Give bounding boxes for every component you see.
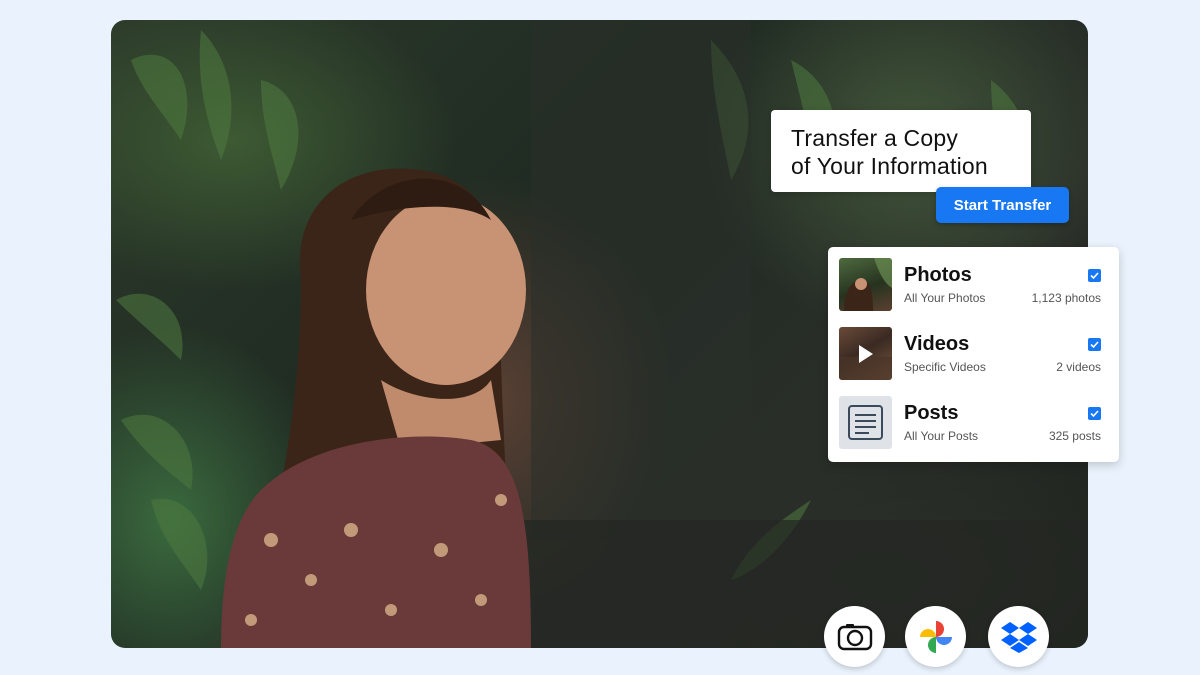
woman-figure — [221, 168, 531, 648]
media-row-photos[interactable]: Photos All Your Photos 1,123 photos — [828, 247, 1119, 316]
document-icon — [839, 396, 892, 449]
checkbox-checked[interactable] — [1088, 407, 1101, 420]
transfer-title-line2: of Your Information — [791, 153, 988, 179]
media-count: 2 videos — [1056, 360, 1101, 374]
media-name: Videos — [904, 333, 970, 355]
media-scope: All Your Photos — [904, 291, 986, 305]
media-name: Posts — [904, 402, 959, 424]
media-scope: Specific Videos — [904, 360, 986, 374]
checkbox-checked[interactable] — [1088, 269, 1101, 282]
media-row-posts[interactable]: Posts All Your Posts 325 posts — [828, 385, 1119, 454]
google-photos-icon[interactable] — [905, 606, 966, 667]
media-row-videos[interactable]: Videos Specific Videos 2 videos — [828, 316, 1119, 385]
media-scope: All Your Posts — [904, 429, 979, 443]
media-count: 325 posts — [1048, 429, 1101, 443]
checkbox-checked[interactable] — [1088, 338, 1101, 351]
media-name: Photos — [904, 264, 972, 286]
transfer-title: Transfer a Copy of Your Information — [791, 124, 1013, 180]
start-transfer-button[interactable]: Start Transfer — [936, 187, 1069, 223]
media-count: 1,123 photos — [1031, 291, 1101, 305]
dropbox-icon[interactable] — [988, 606, 1049, 667]
transfer-card: Transfer a Copy of Your Information — [771, 110, 1031, 192]
video-thumbnail — [839, 327, 892, 380]
photo-thumbnail — [839, 258, 892, 311]
transfer-title-line1: Transfer a Copy — [791, 125, 959, 151]
media-selection-panel: Photos All Your Photos 1,123 photos Vide… — [828, 247, 1119, 462]
photobucket-icon[interactable] — [824, 606, 885, 667]
